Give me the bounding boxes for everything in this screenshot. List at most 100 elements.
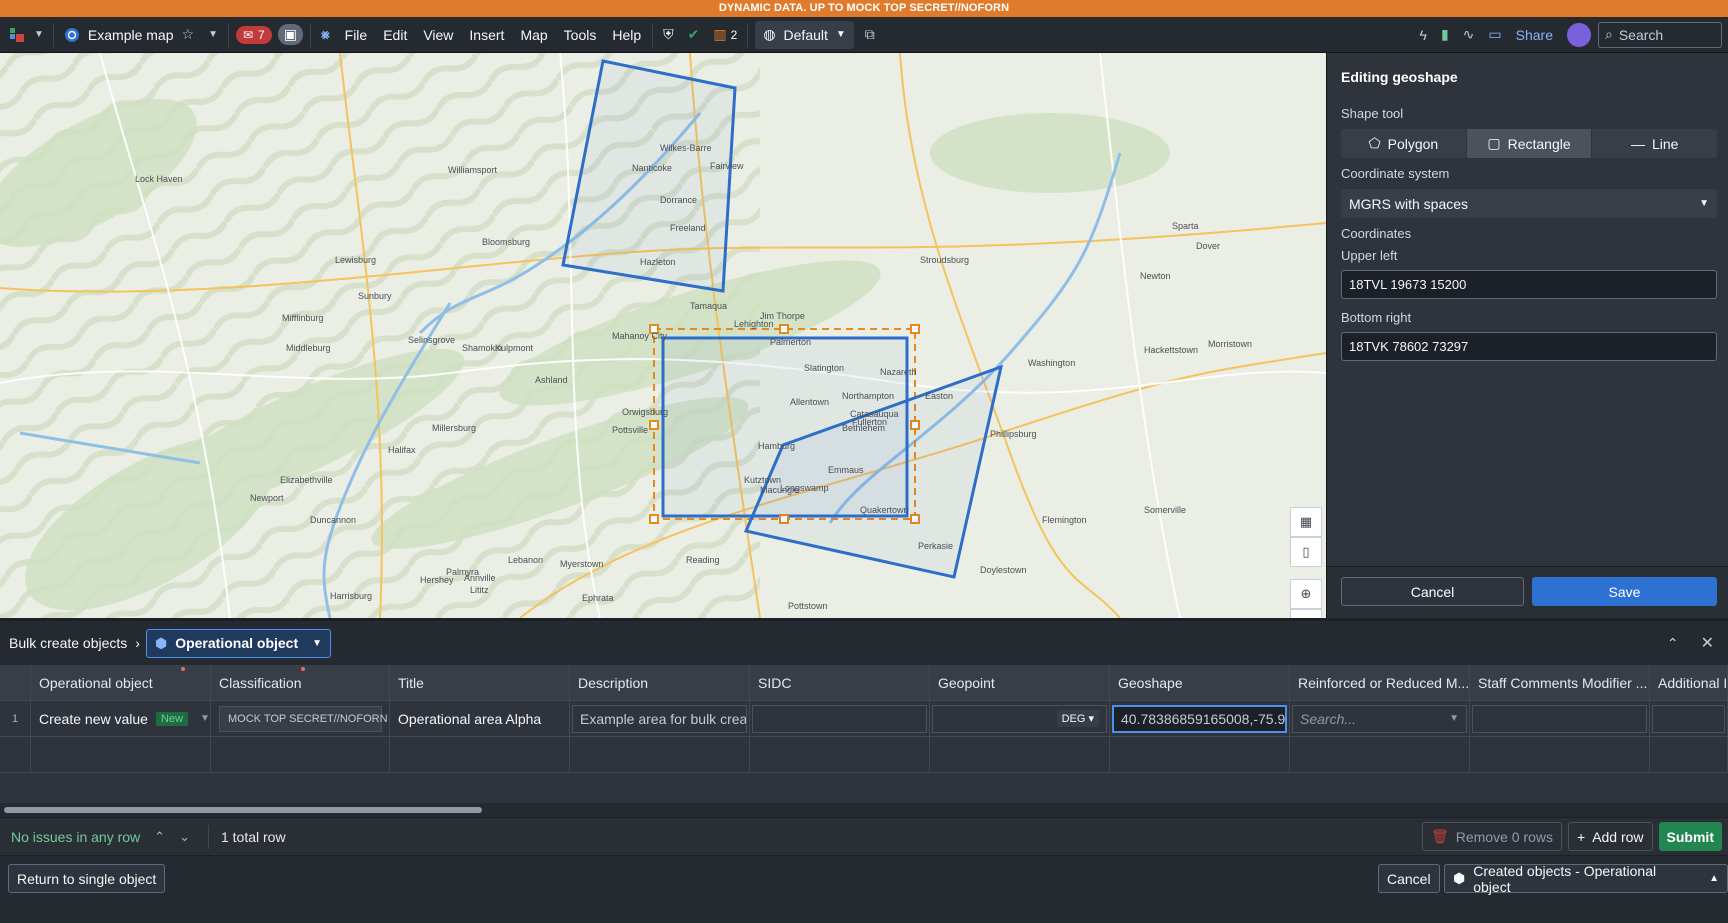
duplicate-button[interactable]: ⧉ <box>858 17 882 53</box>
map-label: Stroudsburg <box>920 255 969 265</box>
bulk-footer: Return to single object Cancel ⬢ Created… <box>0 855 1728 923</box>
menu-map[interactable]: Map <box>512 27 555 43</box>
column-header[interactable]: Classification <box>211 665 390 701</box>
description-cell[interactable]: Example area for bulk creation <box>570 701 750 737</box>
share-button[interactable]: Share <box>1509 17 1560 53</box>
close-icon[interactable]: ✕ <box>1701 633 1714 653</box>
sidc-input[interactable] <box>752 704 927 733</box>
column-header[interactable]: Operational object <box>31 665 211 701</box>
menu-edit[interactable]: Edit <box>375 27 415 43</box>
map-label: Freeland <box>670 223 706 233</box>
bulk-table: Operational object Classification Title … <box>0 665 1728 817</box>
column-header[interactable]: Geopoint <box>930 665 1110 701</box>
additional-input[interactable] <box>1652 704 1725 733</box>
panel-cancel-button[interactable]: Cancel <box>1341 577 1524 606</box>
submit-button[interactable]: Submit <box>1658 822 1722 851</box>
app-logo[interactable]: ▼ <box>0 17 50 53</box>
add-row-button[interactable]: + Add row <box>1568 822 1653 851</box>
column-header[interactable]: Title <box>390 665 570 701</box>
map-canvas[interactable]: Wilkes-Barre Hazleton Freeland Williamsp… <box>0 53 1326 618</box>
sidc-cell[interactable] <box>750 701 930 737</box>
total-rows: 1 total row <box>220 828 286 845</box>
collapse-icon[interactable]: ⌃ <box>1667 635 1679 652</box>
geoshape-input[interactable]: 40.78386859165008,-75.9520 <box>1112 704 1287 733</box>
coord-system-select[interactable]: MGRS with spaces ▼ <box>1341 189 1717 218</box>
column-header[interactable]: Geoshape <box>1110 665 1290 701</box>
map-label: Ashland <box>535 375 568 385</box>
scrollbar-thumb[interactable] <box>4 807 482 813</box>
chart-button[interactable]: ▮ <box>1434 17 1456 53</box>
rectangle-tool-button[interactable]: ▢ Rectangle <box>1466 129 1593 158</box>
bottom-right-input[interactable]: 18TVK 78602 73297 <box>1341 332 1717 361</box>
additional-cell[interactable] <box>1650 701 1728 737</box>
bookmark-button[interactable]: ▯ <box>1290 537 1322 567</box>
staff-comments-input[interactable] <box>1472 704 1647 733</box>
column-header[interactable]: Staff Comments Modifier ... <box>1470 665 1650 701</box>
staff-comments-cell[interactable] <box>1470 701 1650 737</box>
alerts-badge[interactable]: ✉ 7 <box>235 25 272 44</box>
column-header[interactable]: Additional I <box>1650 665 1728 701</box>
zoom-in-button[interactable]: ⊕ <box>1290 579 1322 609</box>
remove-rows-button[interactable]: 🗑 Remove 0 rows <box>1421 822 1562 851</box>
column-header[interactable]: Description <box>570 665 750 701</box>
description-input[interactable]: Example area for bulk creation <box>572 704 747 733</box>
reinforced-select[interactable]: Search... ▼ <box>1292 704 1467 733</box>
column-header[interactable]: Reinforced or Reduced M... <box>1290 665 1470 701</box>
footer-cancel-button[interactable]: Cancel <box>1378 864 1440 893</box>
inbox-icon: ✉ <box>242 27 254 42</box>
chevron-down-icon[interactable]: ⌄ <box>179 829 190 845</box>
lightning-button[interactable]: ϟ <box>1413 17 1434 53</box>
present-button[interactable]: ▭ <box>1481 17 1508 53</box>
menu-help[interactable]: Help <box>604 27 649 43</box>
layers-button[interactable]: ▥ 2 <box>706 17 744 53</box>
geopoint-cell[interactable]: DEG ▾ <box>930 701 1110 737</box>
upper-left-input[interactable]: 18TVL 19673 15200 <box>1341 270 1717 299</box>
menu-file[interactable]: File <box>337 27 376 43</box>
geoshape-cell[interactable]: 40.78386859165008,-75.9520 <box>1110 701 1290 737</box>
trash-icon: 🗑 <box>1430 828 1449 844</box>
breadcrumb-bulk[interactable]: Bulk create objects <box>9 635 127 651</box>
line-tool-button[interactable]: — Line <box>1592 129 1717 158</box>
shield-button[interactable]: ⛨ <box>656 17 681 53</box>
chevron-down-icon[interactable]: ▼ <box>208 29 218 40</box>
menu-insert[interactable]: Insert <box>461 27 512 43</box>
geopoint-unit-select[interactable]: DEG ▾ <box>1056 710 1099 727</box>
title-cell[interactable]: Operational area Alpha <box>390 701 570 737</box>
return-single-button[interactable]: Return to single object <box>8 864 166 893</box>
map-title-button[interactable]: Example map ☆ ▼ <box>57 17 225 53</box>
polygon-tool-button[interactable]: ⬠ Polygon <box>1341 129 1467 158</box>
map-svg[interactable]: Wilkes-Barre Hazleton Freeland Williamsp… <box>0 53 1326 618</box>
zoom-out-button[interactable]: ⊖ <box>1290 609 1322 618</box>
caret-down-icon[interactable]: ▼ <box>200 713 210 724</box>
object-cell[interactable]: Create new value New ▼ <box>31 701 211 737</box>
object-type-selector[interactable]: ⬢ Operational object ▼ <box>145 628 332 658</box>
classification-cell[interactable]: MOCK TOP SECRET//NOFORN <box>211 701 390 737</box>
menu-view[interactable]: View <box>415 27 461 43</box>
activity-button[interactable]: ∿ <box>1456 17 1482 53</box>
map-label: Middleburg <box>286 343 331 353</box>
column-header[interactable]: SIDC <box>750 665 930 701</box>
panel-save-button[interactable]: Save <box>1532 577 1717 606</box>
reinforced-cell[interactable]: Search... ▼ <box>1290 701 1470 737</box>
star-icon[interactable]: ☆ <box>182 26 195 43</box>
apps-button[interactable]: ⨳ <box>314 17 337 53</box>
horizontal-scrollbar[interactable] <box>0 803 1728 817</box>
check-button[interactable]: ✔ <box>681 17 707 53</box>
geopoint-input[interactable]: DEG ▾ <box>932 704 1107 733</box>
user-avatar[interactable] <box>1560 17 1598 53</box>
map-label: Kulpmont <box>495 343 534 353</box>
search-input[interactable]: ⌕ Search <box>1598 21 1722 48</box>
classification-value[interactable]: MOCK TOP SECRET//NOFORN <box>219 705 388 732</box>
bottom-right-label: Bottom right <box>1341 310 1412 325</box>
title-value[interactable]: Operational area Alpha <box>398 704 561 733</box>
map-label: Lewisburg <box>335 255 376 265</box>
created-objects-button[interactable]: ⬢ Created objects - Operational object ▲ <box>1444 863 1728 895</box>
view-selector[interactable]: ◍ Default ▼ <box>755 20 854 49</box>
polygon-label: Polygon <box>1387 135 1439 152</box>
map-label: Sparta <box>1172 221 1199 231</box>
chevron-up-icon[interactable]: ⌃ <box>154 829 165 845</box>
menu-tools[interactable]: Tools <box>556 27 605 43</box>
comments-button[interactable]: ▣ <box>277 24 303 45</box>
map-label: Halifax <box>388 445 416 455</box>
basemap-button[interactable]: ▦ <box>1290 507 1322 537</box>
